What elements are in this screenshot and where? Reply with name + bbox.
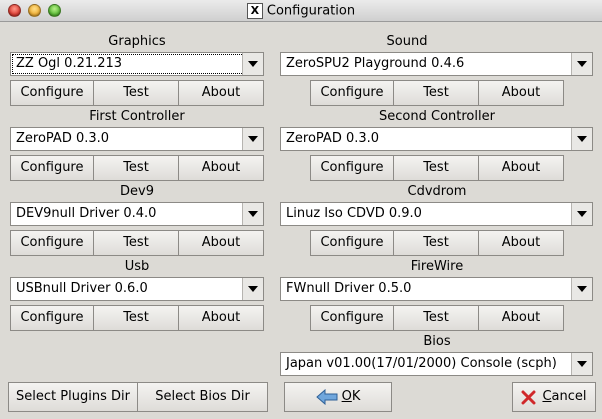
dev9-configure-button[interactable]: Configure bbox=[10, 230, 94, 256]
graphics-test-button[interactable]: Test bbox=[94, 80, 179, 106]
ok-button[interactable]: OK bbox=[284, 382, 392, 412]
second-controller-test-button[interactable]: Test bbox=[394, 155, 479, 181]
chevron-down-icon bbox=[242, 278, 263, 300]
first-controller-value: ZeroPAD 0.3.0 bbox=[16, 131, 110, 146]
chevron-down-icon bbox=[571, 353, 592, 375]
chevron-down-icon bbox=[242, 53, 263, 75]
second-controller-value: ZeroPAD 0.3.0 bbox=[286, 131, 380, 146]
cancel-label: Cancel bbox=[542, 383, 586, 411]
arrow-left-icon bbox=[315, 389, 338, 405]
window-title: Configuration bbox=[266, 3, 356, 19]
chevron-down-icon bbox=[571, 128, 592, 150]
cdvdrom-about-button[interactable]: About bbox=[479, 230, 564, 256]
cdvdrom-plugin-select[interactable]: Linuz Iso CDVD 0.9.0 bbox=[280, 202, 593, 226]
cdvdrom-label: Cdvdrom bbox=[407, 184, 467, 199]
second-controller-about-button[interactable]: About bbox=[479, 155, 564, 181]
sound-label: Sound bbox=[386, 34, 428, 49]
firewire-about-button[interactable]: About bbox=[479, 305, 564, 331]
sound-about-button[interactable]: About bbox=[479, 80, 564, 106]
second-controller-label: Second Controller bbox=[379, 109, 495, 124]
cancel-button[interactable]: Cancel bbox=[512, 382, 596, 412]
firewire-configure-button[interactable]: Configure bbox=[310, 305, 394, 331]
dev9-plugin-select[interactable]: DEV9null Driver 0.4.0 bbox=[10, 202, 264, 226]
first-controller-test-button[interactable]: Test bbox=[94, 155, 179, 181]
dev9-test-button[interactable]: Test bbox=[94, 230, 179, 256]
chevron-down-icon bbox=[571, 278, 592, 300]
chevron-down-icon bbox=[242, 203, 263, 225]
usb-plugin-select[interactable]: USBnull Driver 0.6.0 bbox=[10, 277, 264, 301]
usb-plugin-value: USBnull Driver 0.6.0 bbox=[16, 281, 148, 296]
x11-icon: X bbox=[246, 3, 263, 19]
first-controller-select[interactable]: ZeroPAD 0.3.0 bbox=[10, 127, 264, 151]
cdvdrom-plugin-value: Linuz Iso CDVD 0.9.0 bbox=[286, 206, 422, 221]
sound-configure-button[interactable]: Configure bbox=[310, 80, 394, 106]
firewire-plugin-select[interactable]: FWnull Driver 0.5.0 bbox=[280, 277, 593, 301]
graphics-label: Graphics bbox=[108, 34, 166, 49]
chevron-down-icon bbox=[242, 128, 263, 150]
chevron-down-icon bbox=[571, 53, 592, 75]
dev9-label: Dev9 bbox=[120, 184, 154, 199]
second-controller-configure-button[interactable]: Configure bbox=[310, 155, 394, 181]
firewire-label: FireWire bbox=[410, 259, 464, 274]
dev9-plugin-value: DEV9null Driver 0.4.0 bbox=[16, 206, 157, 221]
graphics-plugin-value: ZZ Ogl 0.21.213 bbox=[16, 56, 123, 71]
chevron-down-icon bbox=[571, 203, 592, 225]
sound-test-button[interactable]: Test bbox=[394, 80, 479, 106]
graphics-about-button[interactable]: About bbox=[179, 80, 264, 106]
cancel-label-rest: ancel bbox=[551, 389, 587, 404]
bios-value: Japan v01.00(17/01/2000) Console (scph) bbox=[286, 356, 557, 371]
usb-about-button[interactable]: About bbox=[179, 305, 264, 331]
cdvdrom-configure-button[interactable]: Configure bbox=[310, 230, 394, 256]
ok-label-rest: K bbox=[351, 389, 361, 404]
title-bar: X Configuration bbox=[0, 0, 602, 22]
usb-label: Usb bbox=[124, 259, 150, 274]
select-bios-dir-button[interactable]: Select Bios Dir bbox=[138, 382, 268, 412]
graphics-configure-button[interactable]: Configure bbox=[10, 80, 94, 106]
bios-label: Bios bbox=[423, 334, 451, 349]
firewire-plugin-value: FWnull Driver 0.5.0 bbox=[286, 281, 412, 296]
sound-plugin-select[interactable]: ZeroSPU2 Playground 0.4.6 bbox=[280, 52, 593, 76]
second-controller-select[interactable]: ZeroPAD 0.3.0 bbox=[280, 127, 593, 151]
first-controller-label: First Controller bbox=[89, 109, 185, 124]
ok-label: OK bbox=[342, 383, 361, 411]
cancel-x-icon bbox=[521, 390, 536, 404]
usb-configure-button[interactable]: Configure bbox=[10, 305, 94, 331]
firewire-test-button[interactable]: Test bbox=[394, 305, 479, 331]
bios-select[interactable]: Japan v01.00(17/01/2000) Console (scph) bbox=[280, 352, 593, 376]
first-controller-about-button[interactable]: About bbox=[179, 155, 264, 181]
graphics-plugin-select[interactable]: ZZ Ogl 0.21.213 bbox=[10, 52, 264, 76]
cdvdrom-test-button[interactable]: Test bbox=[394, 230, 479, 256]
sound-plugin-value: ZeroSPU2 Playground 0.4.6 bbox=[286, 56, 465, 71]
dev9-about-button[interactable]: About bbox=[179, 230, 264, 256]
select-plugins-dir-button[interactable]: Select Plugins Dir bbox=[8, 382, 138, 412]
usb-test-button[interactable]: Test bbox=[94, 305, 179, 331]
first-controller-configure-button[interactable]: Configure bbox=[10, 155, 94, 181]
window-title-wrap: X Configuration bbox=[0, 3, 602, 19]
ok-mnemonic: O bbox=[341, 389, 352, 404]
cancel-mnemonic: C bbox=[542, 389, 552, 404]
